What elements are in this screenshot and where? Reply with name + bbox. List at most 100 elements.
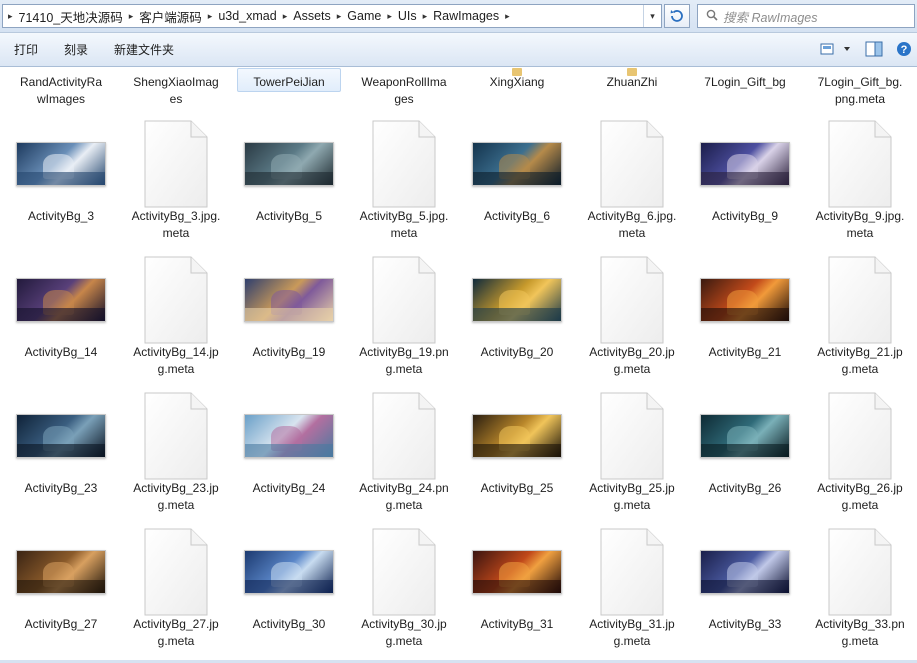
file-name-line: g.meta (385, 498, 423, 512)
file-name-line: ActivityBg_20 (480, 345, 554, 359)
file-name-line: g.meta (613, 498, 651, 512)
file-name: ActivityBg_25.jp g.meta (582, 480, 682, 514)
meta-file-item[interactable]: ActivityBg_31.jp g.meta (582, 522, 682, 650)
image-file-item[interactable]: ActivityBg_23 (11, 386, 111, 497)
file-name-line: ActivityBg_9 (711, 209, 779, 223)
file-name-line: g.meta (613, 362, 651, 376)
search-box[interactable]: 搜索 RawImages (697, 4, 915, 28)
file-icon-area (467, 386, 567, 486)
file-name: ActivityBg_30 (239, 616, 339, 633)
breadcrumb-chevron-icon[interactable]: ▸ (124, 11, 139, 22)
meta-file-item[interactable]: ActivityBg_23.jp g.meta (126, 386, 226, 514)
image-file-item[interactable]: ActivityBg_5 (239, 114, 339, 225)
file-name-line: g.meta (157, 498, 195, 512)
folder-item[interactable]: WeaponRollIma ges (352, 74, 456, 108)
folder-item[interactable]: ZhuanZhi (580, 68, 684, 91)
help-button[interactable]: ? (891, 37, 917, 61)
meta-file-item[interactable]: ActivityBg_9.jpg. meta (810, 114, 910, 242)
breadcrumb-item[interactable]: RawImages (432, 9, 500, 23)
preview-pane-button[interactable] (861, 37, 887, 61)
meta-file-item[interactable]: ActivityBg_27.jp g.meta (126, 522, 226, 650)
new-folder-button[interactable]: 新建文件夹 (101, 37, 187, 63)
meta-file-item[interactable]: ActivityBg_3.jpg. meta (126, 114, 226, 242)
file-name: ActivityBg_26.jp g.meta (810, 480, 910, 514)
breadcrumb-item[interactable]: 71410_天地决源码 (18, 7, 124, 26)
breadcrumb-chevron-icon[interactable]: ▸ (500, 11, 515, 22)
file-name-line: ActivityBg_26.jp (817, 481, 903, 495)
meta-file-item[interactable]: ActivityBg_30.jp g.meta (354, 522, 454, 650)
burn-button[interactable]: 刻录 (51, 37, 101, 63)
refresh-icon (670, 10, 683, 22)
image-thumbnail (244, 414, 334, 458)
breadcrumb-item[interactable]: Assets (292, 9, 332, 23)
folder-item[interactable]: RandActivityRa wImages (9, 74, 113, 108)
folder-item[interactable]: 7Login_Gift_bg. png.meta (808, 74, 912, 108)
breadcrumb-root-chevron-icon[interactable]: ▸ (3, 11, 18, 22)
file-name: ActivityBg_24.pn g.meta (354, 480, 454, 514)
image-file-item[interactable]: ActivityBg_30 (239, 522, 339, 633)
file-name-line: g.meta (157, 362, 195, 376)
print-button[interactable]: 打印 (0, 37, 51, 63)
meta-file-item[interactable]: ActivityBg_24.pn g.meta (354, 386, 454, 514)
image-file-item[interactable]: ActivityBg_6 (467, 114, 567, 225)
image-file-item[interactable]: ActivityBg_26 (695, 386, 795, 497)
file-icon-area (582, 114, 682, 214)
file-icon-area (354, 250, 454, 350)
folder-item[interactable]: ShengXiaoImag es (124, 74, 228, 108)
meta-file-item[interactable]: ActivityBg_14.jp g.meta (126, 250, 226, 378)
meta-file-item[interactable]: ActivityBg_25.jp g.meta (582, 386, 682, 514)
image-file-item[interactable]: ActivityBg_25 (467, 386, 567, 497)
breadcrumb-item[interactable]: u3d_xmad (217, 9, 277, 23)
file-name: ActivityBg_19 (239, 344, 339, 361)
folder-item[interactable]: 7Login_Gift_bg (693, 74, 797, 91)
image-file-item[interactable]: ActivityBg_21 (695, 250, 795, 361)
address-history-dropdown-icon[interactable]: ▾ (643, 5, 661, 27)
image-file-item[interactable]: ActivityBg_14 (11, 250, 111, 361)
file-document-icon (372, 120, 436, 208)
image-file-item[interactable]: ActivityBg_9 (695, 114, 795, 225)
breadcrumb-chevron-icon[interactable]: ▸ (418, 11, 433, 22)
file-icon-area (126, 250, 226, 350)
file-name: ActivityBg_31.jp g.meta (582, 616, 682, 650)
image-thumbnail (700, 550, 790, 594)
file-name-line: ActivityBg_23 (24, 481, 98, 495)
meta-file-item[interactable]: ActivityBg_26.jp g.meta (810, 386, 910, 514)
file-name: ActivityBg_21 (695, 344, 795, 361)
meta-file-item[interactable]: ActivityBg_33.pn g.meta (810, 522, 910, 650)
breadcrumb-item[interactable]: UIs (397, 9, 418, 23)
meta-file-item[interactable]: ActivityBg_6.jpg. meta (582, 114, 682, 242)
breadcrumb-item[interactable]: 客户端源码 (138, 7, 203, 26)
meta-file-item[interactable]: ActivityBg_5.jpg. meta (354, 114, 454, 242)
breadcrumb-chevron-icon[interactable]: ▸ (382, 11, 397, 22)
file-document-icon (828, 392, 892, 480)
file-name-line: ActivityBg_26 (708, 481, 782, 495)
breadcrumb-chevron-icon[interactable]: ▸ (203, 11, 218, 22)
breadcrumb-item[interactable]: Game (346, 9, 382, 23)
file-name: ActivityBg_30.jp g.meta (354, 616, 454, 650)
breadcrumb-chevron-icon[interactable]: ▸ (332, 11, 347, 22)
refresh-button[interactable] (664, 4, 690, 28)
image-file-item[interactable]: ActivityBg_31 (467, 522, 567, 633)
folder-item[interactable]: TowerPeiJian (237, 68, 341, 92)
folder-item[interactable]: XingXiang (465, 68, 569, 91)
file-document-icon (372, 392, 436, 480)
image-file-item[interactable]: ActivityBg_33 (695, 522, 795, 633)
image-file-item[interactable]: ActivityBg_24 (239, 386, 339, 497)
image-thumbnail (16, 414, 106, 458)
image-file-item[interactable]: ActivityBg_3 (11, 114, 111, 225)
change-view-button[interactable] (817, 37, 857, 61)
svg-text:?: ? (901, 44, 908, 56)
image-file-item[interactable]: ActivityBg_27 (11, 522, 111, 633)
address-bar: ▸ 71410_天地决源码 ▸ 客户端源码 ▸ u3d_xmad ▸ Assets ▸ Game… (0, 0, 917, 33)
meta-file-item[interactable]: ActivityBg_20.jp g.meta (582, 250, 682, 378)
file-icon-area (467, 114, 567, 214)
breadcrumb-chevron-icon[interactable]: ▸ (278, 11, 293, 22)
file-document-icon (372, 528, 436, 616)
image-file-item[interactable]: ActivityBg_19 (239, 250, 339, 361)
breadcrumb[interactable]: ▸ 71410_天地决源码 ▸ 客户端源码 ▸ u3d_xmad ▸ Assets ▸ Game… (2, 4, 662, 28)
image-file-item[interactable]: ActivityBg_20 (467, 250, 567, 361)
meta-file-item[interactable]: ActivityBg_21.jp g.meta (810, 250, 910, 378)
meta-file-item[interactable]: ActivityBg_19.pn g.meta (354, 250, 454, 378)
image-thumbnail (700, 278, 790, 322)
file-name-line: ActivityBg_25 (480, 481, 554, 495)
